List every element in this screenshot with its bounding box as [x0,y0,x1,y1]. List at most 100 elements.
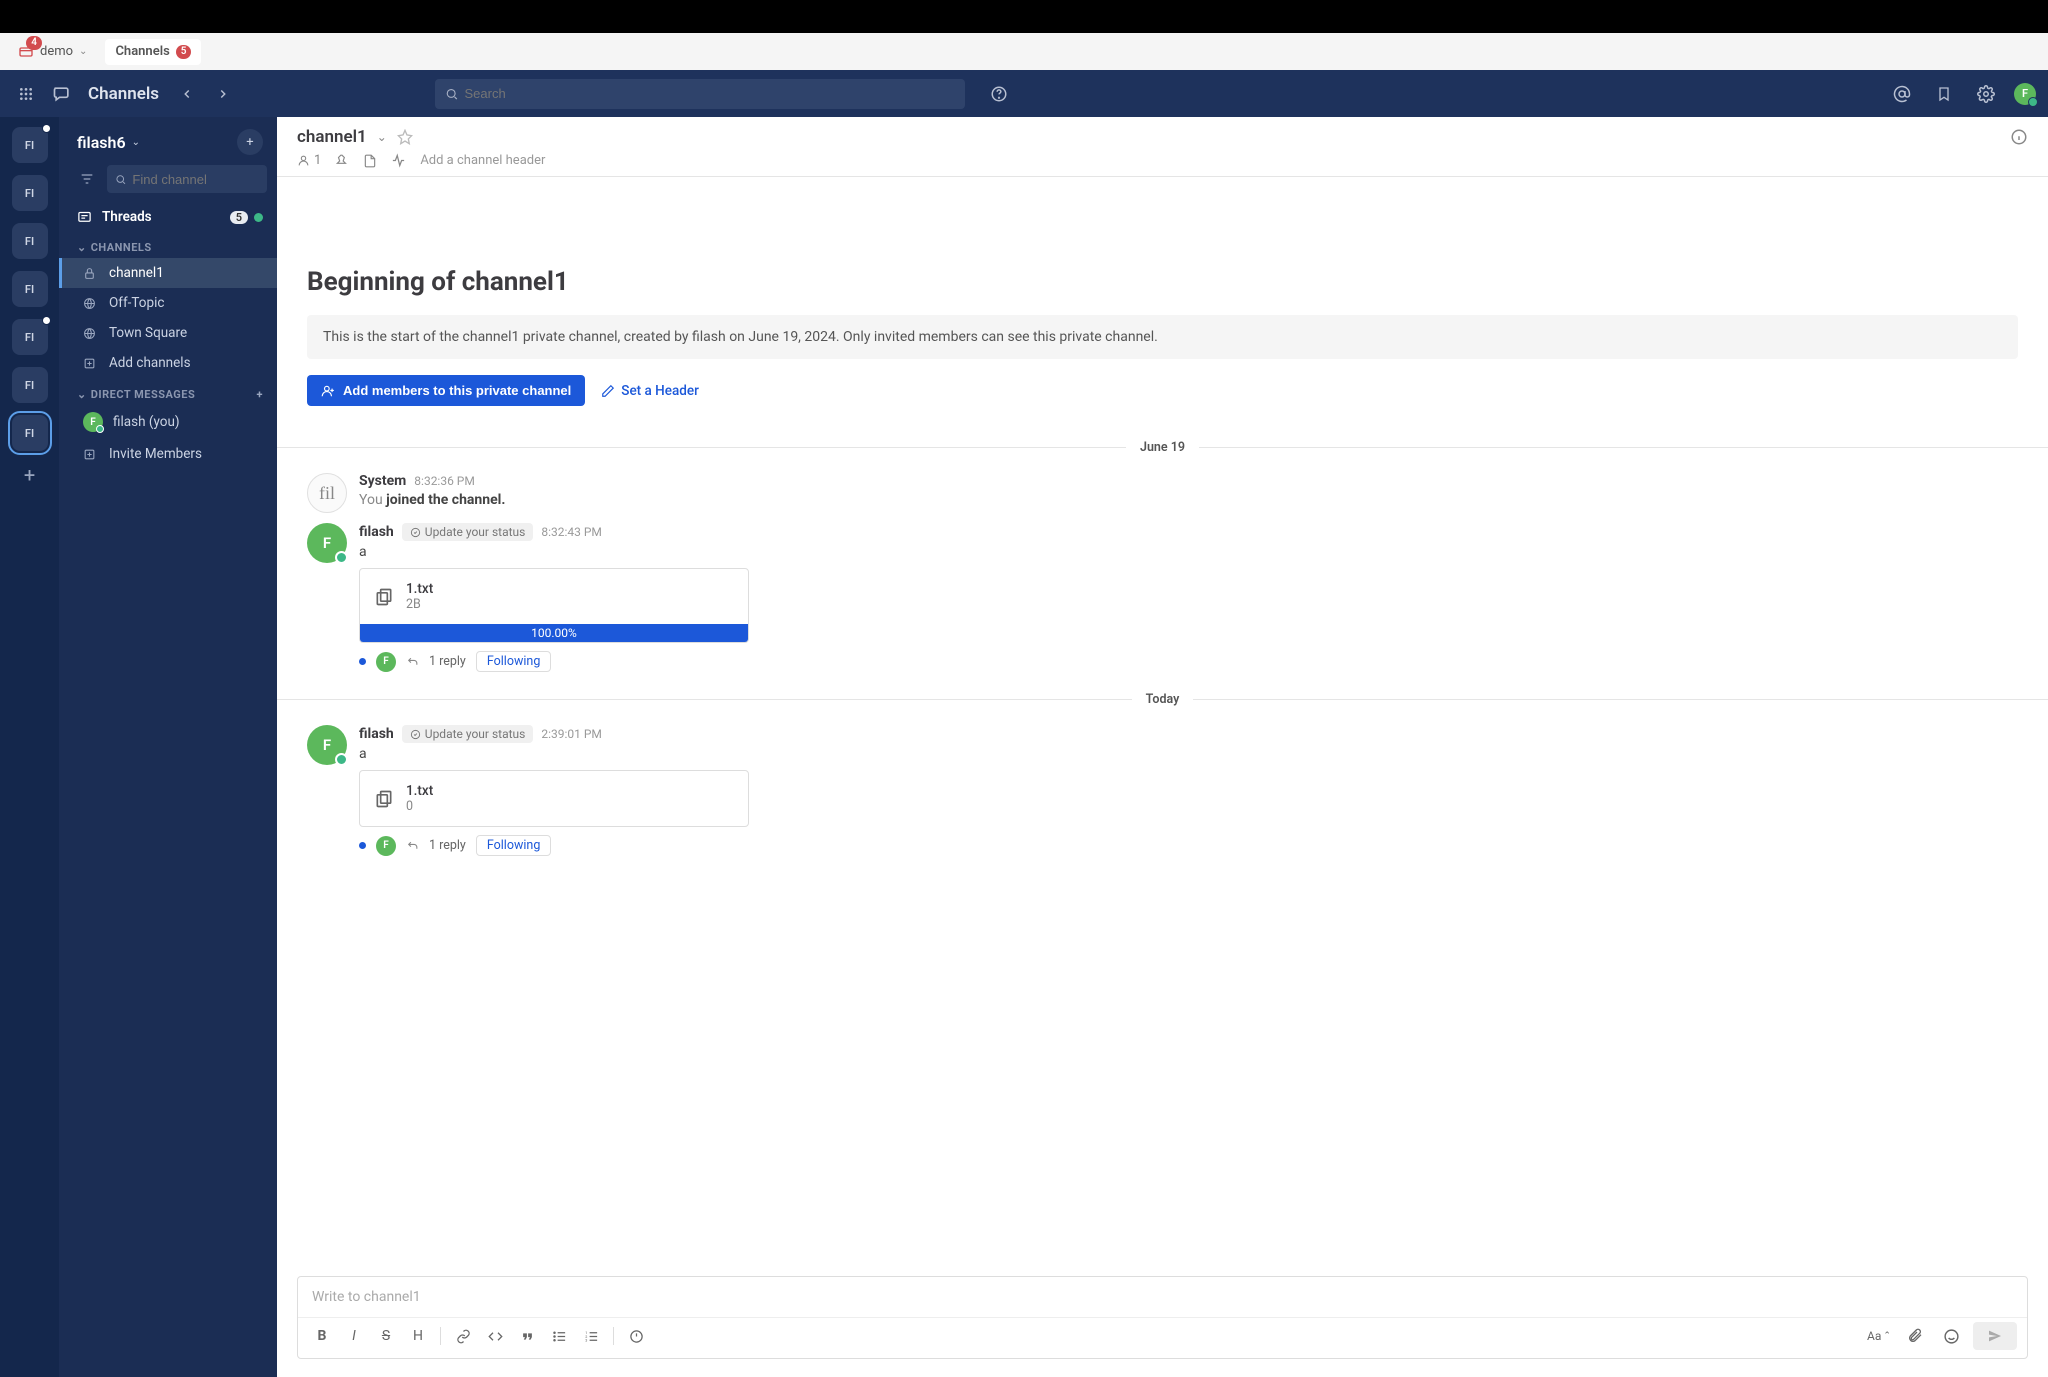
attach-button[interactable] [1901,1322,1929,1350]
status-icon [410,729,421,740]
add-header-button[interactable]: Add a channel header [420,153,545,168]
priority-button[interactable] [622,1322,650,1350]
workspace-tab-demo[interactable]: 4 demo ⌄ [8,39,97,65]
workspace-button[interactable]: FI [12,127,48,163]
file-attachment[interactable]: 1.txt 2B 100.00% [359,568,749,643]
message-text: a [359,544,2018,560]
user-avatar-icon[interactable]: F [307,523,347,563]
add-dm-button[interactable]: + [257,388,264,401]
workspace-button[interactable]: FI [12,223,48,259]
ordered-list-button[interactable]: 123 [577,1322,605,1350]
add-user-icon [321,384,335,398]
code-button[interactable] [481,1322,509,1350]
sidebar-channel-townsquare[interactable]: Town Square [59,318,277,348]
heading-button[interactable]: H [404,1322,432,1350]
pinned-icon[interactable] [335,154,349,168]
reply-arrow-icon [406,655,419,668]
reply-count: 1 reply [429,838,466,853]
user-avatar[interactable]: F [2014,83,2036,105]
chevron-down-icon: ⌄ [79,46,87,57]
dm-section-header[interactable]: ⌄ DIRECT MESSAGES + [59,378,277,405]
sidebar-channel-offtopic[interactable]: Off-Topic [59,288,277,318]
nav-back-icon[interactable] [173,80,201,108]
chevron-down-icon: ⌄ [132,137,140,148]
sidebar-channel-channel1[interactable]: channel1 [59,258,277,288]
message-author[interactable]: filash [359,524,394,540]
formatting-toggle-button[interactable]: Aa ⌃ [1865,1322,1893,1350]
message-time: 8:32:43 PM [541,525,602,539]
workspace-button[interactable]: FI [12,319,48,355]
channel-info-icon[interactable] [2010,128,2028,146]
global-search[interactable] [435,79,965,109]
sidebar-threads[interactable]: Threads 5 [59,203,277,231]
bold-button[interactable]: B [308,1322,336,1350]
quote-button[interactable] [513,1322,541,1350]
files-icon[interactable] [363,154,377,168]
date-separator: Today [277,692,2048,707]
apps-grid-icon[interactable] [12,80,40,108]
add-members-button[interactable]: Add members to this private channel [307,375,585,406]
channels-section-header[interactable]: ⌄ CHANNELS [59,231,277,258]
file-attachment[interactable]: 1.txt 0 [359,770,749,827]
following-chip[interactable]: Following [476,651,551,672]
upload-progress: 100.00% [360,624,748,642]
bullet-list-button[interactable] [545,1322,573,1350]
thread-footer[interactable]: F 1 reply Following [359,835,2018,856]
reply-count: 1 reply [429,654,466,669]
sidebar-add-channels[interactable]: Add channels [59,348,277,378]
find-channel-input[interactable] [107,165,267,193]
emoji-button[interactable] [1937,1322,1965,1350]
sidebar-invite-members[interactable]: Invite Members [59,439,277,469]
channels-tab-label: Channels [115,44,169,59]
message-time: 8:32:36 PM [414,474,475,488]
workspace-button[interactable]: FI [12,175,48,211]
date-separator: June 19 [277,440,2048,455]
user-avatar-icon[interactable]: F [307,725,347,765]
settings-icon[interactable] [1972,80,2000,108]
help-icon[interactable] [985,80,1013,108]
update-status-button[interactable]: Update your status [402,725,534,743]
set-header-button[interactable]: Set a Header [601,383,699,399]
thread-footer[interactable]: F 1 reply Following [359,651,2018,672]
saved-icon[interactable] [1930,80,1958,108]
search-input[interactable] [465,86,956,101]
members-button[interactable]: 1 [297,153,321,168]
activity-icon[interactable] [391,153,406,168]
nav-forward-icon[interactable] [209,80,237,108]
following-chip[interactable]: Following [476,835,551,856]
chevron-down-icon[interactable]: ⌄ [377,130,387,144]
composer-textarea[interactable]: Write to channel1 [298,1277,2027,1317]
update-status-button[interactable]: Update your status [402,523,534,541]
threads-label: Threads [102,209,152,225]
file-size: 2B [406,597,433,612]
workspace-tab-channels[interactable]: Channels 5 [105,39,201,65]
message-author[interactable]: System [359,473,406,489]
file-copy-icon [374,587,394,607]
workspace-button[interactable]: FI [12,367,48,403]
new-button[interactable]: + [237,129,263,155]
intro-description: This is the start of the channel1 privat… [307,315,2018,359]
add-workspace-button[interactable]: + [24,463,35,487]
filter-icon[interactable] [73,165,101,193]
team-switcher[interactable]: filash6 ⌄ [77,133,140,152]
channel-sidebar: filash6 ⌄ + Threads 5 [59,117,277,1377]
channel-title[interactable]: channel1 [297,127,367,147]
link-button[interactable] [449,1322,477,1350]
message-author[interactable]: filash [359,726,394,742]
mentions-icon[interactable] [1888,80,1916,108]
workspace-button[interactable]: FI [12,271,48,307]
workspace-button-active[interactable]: FI [12,415,48,451]
favorite-star-icon[interactable] [397,129,413,145]
strike-button[interactable]: S [372,1322,400,1350]
channels-icon[interactable] [48,80,76,108]
send-button[interactable] [1973,1322,2017,1350]
italic-button[interactable]: I [340,1322,368,1350]
sidebar-dm-self[interactable]: F filash (you) [59,405,277,439]
file-size: 0 [406,799,433,814]
reply-avatar-icon: F [376,836,396,856]
status-dot-icon [2028,97,2038,107]
svg-text:3: 3 [585,1338,587,1342]
file-copy-icon [374,789,394,809]
reply-avatar-icon: F [376,652,396,672]
message-list[interactable]: Beginning of channel1 This is the start … [277,177,2048,1270]
